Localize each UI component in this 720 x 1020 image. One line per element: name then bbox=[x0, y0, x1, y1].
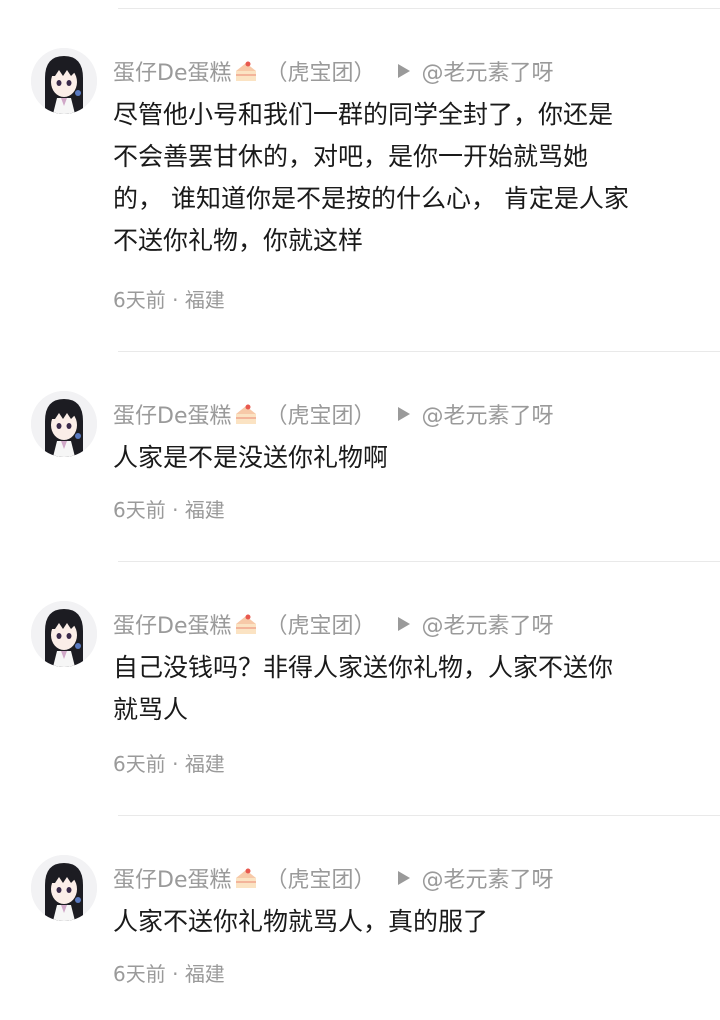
divider bbox=[118, 8, 720, 9]
cake-icon bbox=[233, 866, 259, 890]
cake-icon bbox=[233, 402, 259, 426]
meta-separator: · bbox=[172, 752, 179, 776]
divider bbox=[118, 561, 720, 562]
meta-separator: · bbox=[172, 498, 179, 522]
comment-meta: 6天前 · 福建 bbox=[113, 748, 225, 777]
comment-header: 蛋仔De蛋糕 （虎宝团） @老元素了呀 bbox=[113, 861, 554, 895]
comment-header: 蛋仔De蛋糕 （虎宝团） @老元素了呀 bbox=[113, 54, 554, 88]
reply-target[interactable]: @老元素了呀 bbox=[422, 398, 554, 430]
reply-arrow-icon bbox=[397, 617, 410, 631]
reply-arrow-icon bbox=[397, 64, 410, 78]
cake-icon bbox=[233, 612, 259, 636]
team-tag: （虎宝团） bbox=[265, 404, 376, 429]
reply-target[interactable]: @老元素了呀 bbox=[422, 608, 554, 640]
comment-header: 蛋仔De蛋糕 （虎宝团） @老元素了呀 bbox=[113, 397, 554, 431]
team-tag: （虎宝团） bbox=[265, 868, 376, 893]
team-tag: （虎宝团） bbox=[265, 614, 376, 639]
reply-arrow-icon bbox=[397, 871, 410, 885]
avatar[interactable] bbox=[31, 855, 97, 921]
comment-text: 尽管他小号和我们一群的同学全封了，你还是 不会善罢甘休的，对吧，是你一开始就骂她… bbox=[113, 100, 629, 255]
comment-text: 自己没钱吗？非得人家送你礼物，人家不送你 就骂人 bbox=[113, 653, 614, 724]
timestamp: 6天前 bbox=[113, 288, 166, 312]
comment-text: 人家是不是没送你礼物啊 bbox=[113, 443, 389, 472]
timestamp: 6天前 bbox=[113, 752, 166, 776]
location: 福建 bbox=[184, 962, 225, 986]
location: 福建 bbox=[184, 288, 225, 312]
timestamp: 6天前 bbox=[113, 962, 166, 986]
meta-separator: · bbox=[172, 962, 179, 986]
divider bbox=[118, 351, 720, 352]
meta-separator: · bbox=[172, 288, 179, 312]
location: 福建 bbox=[184, 752, 225, 776]
divider bbox=[118, 815, 720, 816]
comment-text: 人家不送你礼物就骂人，真的服了 bbox=[113, 907, 489, 936]
reply-target[interactable]: @老元素了呀 bbox=[422, 55, 554, 87]
reply-arrow-icon bbox=[397, 407, 410, 421]
username[interactable]: 蛋仔De蛋糕 bbox=[113, 55, 231, 87]
team-tag: （虎宝团） bbox=[265, 61, 376, 86]
username[interactable]: 蛋仔De蛋糕 bbox=[113, 398, 231, 430]
avatar[interactable] bbox=[31, 391, 97, 457]
username[interactable]: 蛋仔De蛋糕 bbox=[113, 862, 231, 894]
comment-meta: 6天前 · 福建 bbox=[113, 284, 225, 313]
cake-icon bbox=[233, 59, 259, 83]
reply-target[interactable]: @老元素了呀 bbox=[422, 862, 554, 894]
comment-thread: 蛋仔De蛋糕 （虎宝团） @老元素了呀 尽管他小号和我们一群的同学全封了，你还是… bbox=[0, 0, 720, 1020]
comment-header: 蛋仔De蛋糕 （虎宝团） @老元素了呀 bbox=[113, 607, 554, 641]
comment-meta: 6天前 · 福建 bbox=[113, 494, 225, 523]
avatar[interactable] bbox=[31, 601, 97, 667]
username[interactable]: 蛋仔De蛋糕 bbox=[113, 608, 231, 640]
timestamp: 6天前 bbox=[113, 498, 166, 522]
comment-meta: 6天前 · 福建 bbox=[113, 958, 225, 987]
avatar[interactable] bbox=[31, 48, 97, 114]
location: 福建 bbox=[184, 498, 225, 522]
